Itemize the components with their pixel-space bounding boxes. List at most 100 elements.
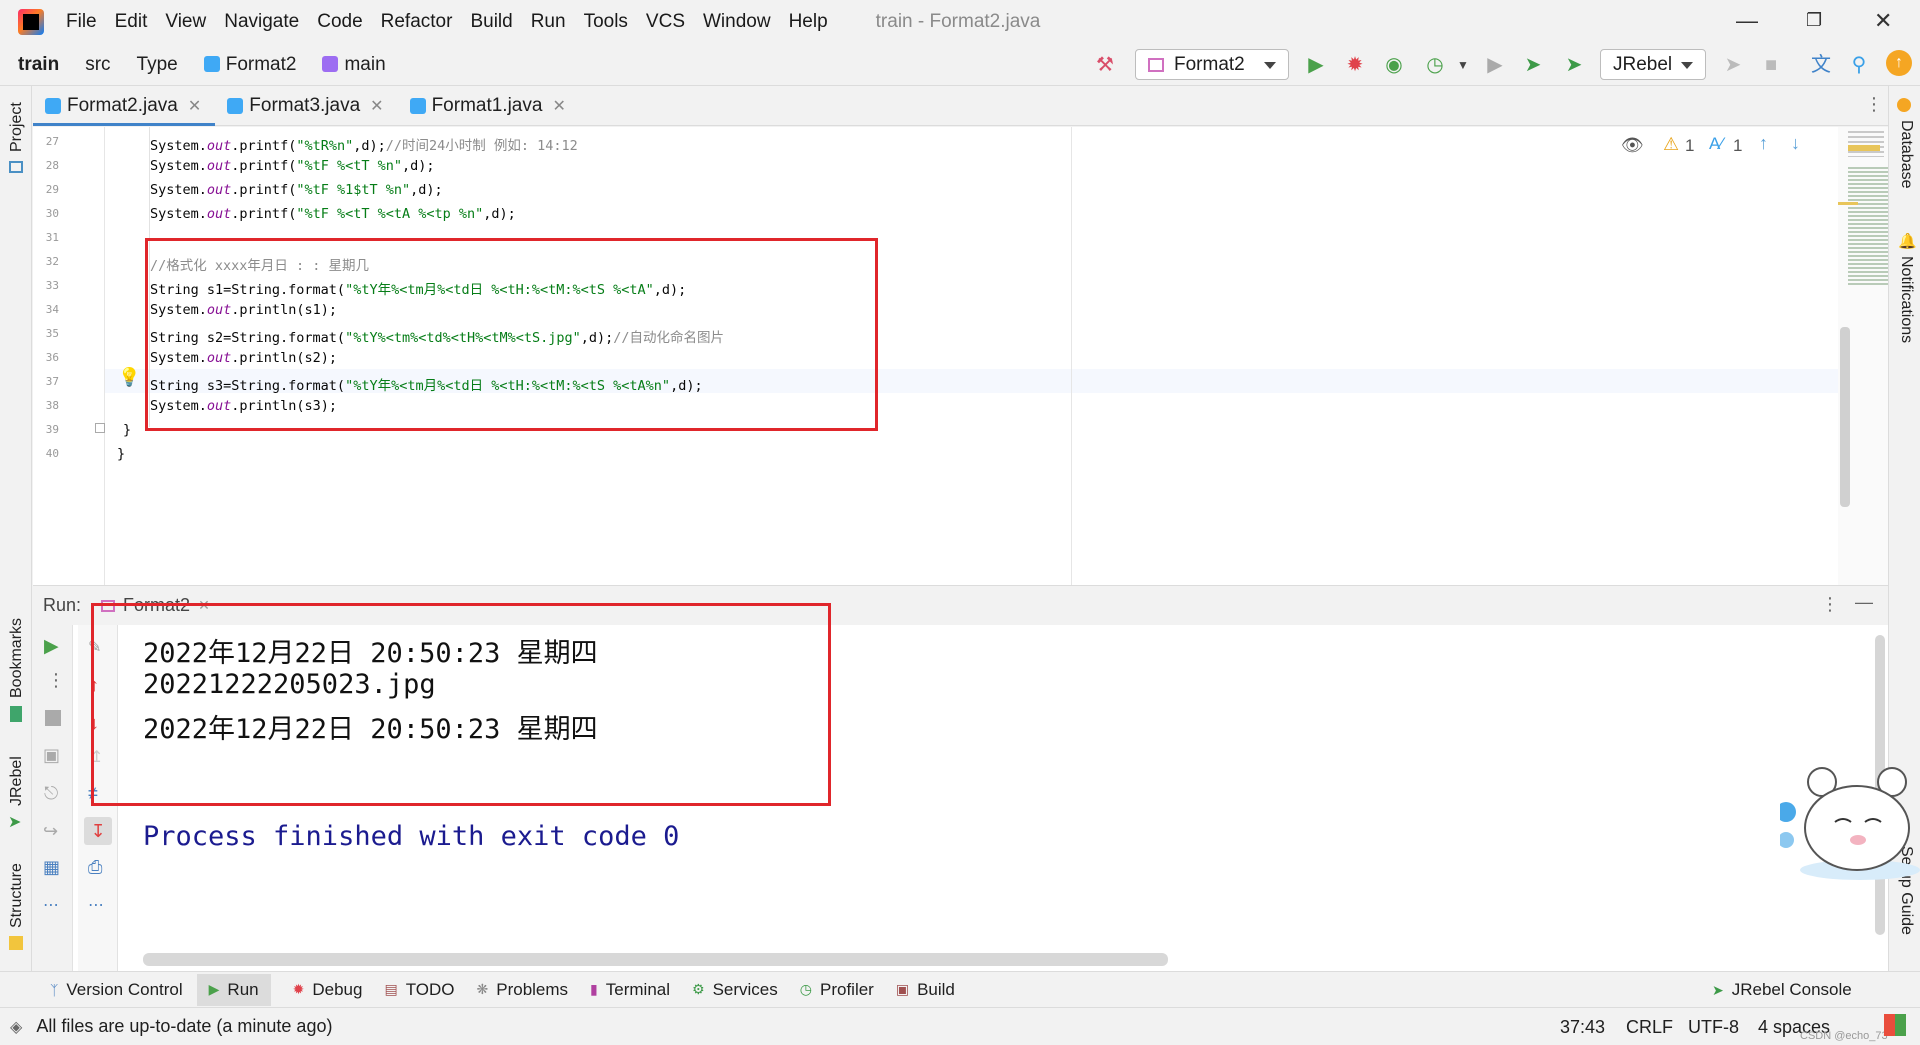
run-config-select[interactable]: Format2 [1135,49,1289,80]
menu-help[interactable]: Help [789,11,828,33]
attach-icon[interactable]: ▶ [1484,54,1506,76]
jrebel-tool-button[interactable]: JRebel [8,756,26,806]
stop-icon[interactable]: ■ [1760,54,1782,76]
close-tab-icon[interactable]: ✕ [188,96,201,116]
tool-jrebel-console[interactable]: ➤ JRebel Console [1712,980,1852,1000]
intellij-logo-icon[interactable] [18,9,44,35]
caret-position[interactable]: 37:43 [1560,1017,1605,1038]
run-icon[interactable]: ▶ [1305,54,1327,76]
tab-format1[interactable]: Format1.java ✕ [398,86,580,126]
database-tool-button[interactable]: Database [1897,120,1915,189]
breadcrumb-class[interactable]: Format2 [203,54,296,76]
stop-icon[interactable] [45,710,61,726]
update-arrow-icon[interactable]: ↑ [1886,50,1912,76]
project-tool-button[interactable]: Project [8,102,26,152]
menu-code[interactable]: Code [317,11,362,33]
menu-window[interactable]: Window [703,11,771,33]
build-hammer-icon[interactable]: ⚒ [1094,54,1116,76]
close-tab-icon[interactable]: ✕ [552,96,565,116]
breadcrumb-project[interactable]: train [18,54,59,76]
coverage-icon[interactable]: ◉ [1383,54,1405,76]
tool-services[interactable]: ⚙ Services [692,980,778,1000]
close-tab-icon[interactable]: ✕ [370,96,383,116]
reader-mode-icon[interactable]: 👁 [1621,135,1644,156]
editor-scrollbar-thumb[interactable] [1840,327,1850,507]
notifications-tool-button[interactable]: Notifications [1897,256,1915,343]
layout-icon[interactable]: ▦ [43,857,60,878]
code-editor[interactable]: 27 28 29 30 31 32 33 34 35 36 37 38 39 4… [33,127,1888,585]
close-window-icon[interactable]: ✕ [1874,8,1892,34]
menu-tools[interactable]: Tools [584,11,628,33]
jrebel-update-icon[interactable]: ➤ [1722,54,1744,76]
camera-icon[interactable]: ▣ [43,745,60,766]
tab-format3[interactable]: Format3.java ✕ [215,86,397,126]
search-icon[interactable]: ⚲ [1848,54,1870,76]
process-finished-line: Process finished with exit code 0 [143,821,680,852]
status-icon: ◈ [10,1018,23,1036]
translate-icon[interactable]: 文 [1810,54,1832,76]
profiler-icon: ◷ [799,981,812,997]
minimize-icon[interactable]: — [1736,8,1758,34]
menu-refactor[interactable]: Refactor [381,11,453,33]
breadcrumb-method[interactable]: main [322,54,386,76]
rerun-icon[interactable]: ▶ [44,635,59,658]
menu-vcs[interactable]: VCS [646,11,685,33]
tool-debug[interactable]: ✹ Debug [293,980,363,1000]
restore-icon[interactable]: ❐ [1806,10,1822,31]
app-config-icon [1148,57,1164,72]
bookmarks-tool-button[interactable]: Bookmarks [8,618,26,698]
line-number: 35 [45,327,59,340]
file-encoding[interactable]: UTF-8 [1688,1017,1739,1038]
todo-icon: ▤ [384,981,398,997]
plug-icon[interactable]: ⎋ [44,783,58,804]
tab-format2[interactable]: Format2.java ✕ [33,86,216,126]
exit-icon[interactable]: ↪ [43,821,58,842]
profile-dropdown-icon[interactable]: ▼ [1452,54,1474,76]
more-icon[interactable]: ⋮ [47,670,65,691]
scroll-to-end-icon[interactable]: ↧ [84,817,112,845]
menu-navigate[interactable]: Navigate [224,11,299,33]
run-label: Run: [43,595,82,615]
jrebel-run-icon[interactable]: ➤ [1522,54,1544,76]
line-number: 39 [45,423,59,436]
hide-panel-icon[interactable]: — [1855,592,1873,613]
tool-version-control[interactable]: ᛉ Version Control [50,980,183,1000]
console-hscrollbar[interactable] [143,953,1168,966]
lightbulb-icon[interactable]: 💡 [118,367,140,388]
tool-terminal[interactable]: ▮ Terminal [590,980,670,1000]
menu-view[interactable]: View [165,11,206,33]
jrebel-select[interactable]: JRebel [1600,49,1706,80]
next-highlight-icon[interactable]: ↓ [1791,133,1800,154]
structure-tool-button[interactable]: Structure [8,863,26,928]
menu-run[interactable]: Run [531,11,566,33]
more-horizontal-icon[interactable]: ⋯ [88,895,104,915]
menu-file[interactable]: File [66,11,97,33]
more-horizontal-icon[interactable]: ⋯ [43,895,59,915]
menu-build[interactable]: Build [470,11,512,33]
code-line-30: System.out.printf("%tF %<tT %<tA %<tp %n… [150,206,516,222]
print-icon[interactable]: ⎙ [88,857,102,878]
debug-icon[interactable]: ✹ [1344,54,1366,76]
fold-marker-icon[interactable] [95,423,105,433]
menu-edit[interactable]: Edit [115,11,148,33]
line-separator[interactable]: CRLF [1626,1017,1673,1038]
code-line-27: System.out.printf("%tR%n",d);//时间24小时制 例… [150,138,578,154]
editor-minimap[interactable] [1838,127,1888,585]
line-number: 34 [45,303,59,316]
typo-icon[interactable]: A⁄ [1709,134,1723,154]
tool-profiler[interactable]: ◷ Profiler [800,980,874,1000]
run-options-icon[interactable]: ⋮ [1821,594,1839,615]
menu-bar: File Edit View Navigate Code Refactor Bu… [0,0,1920,44]
profile-icon[interactable]: ◷ [1424,54,1446,76]
tab-options-icon[interactable]: ⋮ [1865,94,1883,115]
tool-build[interactable]: ▣ Build [896,980,955,1000]
tool-run[interactable]: ▶ Run [196,973,271,1006]
tool-problems[interactable]: ❋ Problems [477,980,569,1000]
warning-icon[interactable]: ⚠ [1663,134,1679,155]
previous-highlight-icon[interactable]: ↑ [1759,133,1768,154]
jrebel-debug-icon[interactable]: ➤ [1563,54,1585,76]
breadcrumb-type[interactable]: Type [137,54,178,76]
tool-todo[interactable]: ▤ TODO [384,980,454,1000]
run-console[interactable]: ▶ ⋮ ▣ ⎋ ↪ ▦ ⋯ ✎ ↑ ↓ ↥ ≠ ↧ ⎙ ⋯ 2022年12月22… [33,603,1888,971]
breadcrumb-src[interactable]: src [85,54,110,76]
